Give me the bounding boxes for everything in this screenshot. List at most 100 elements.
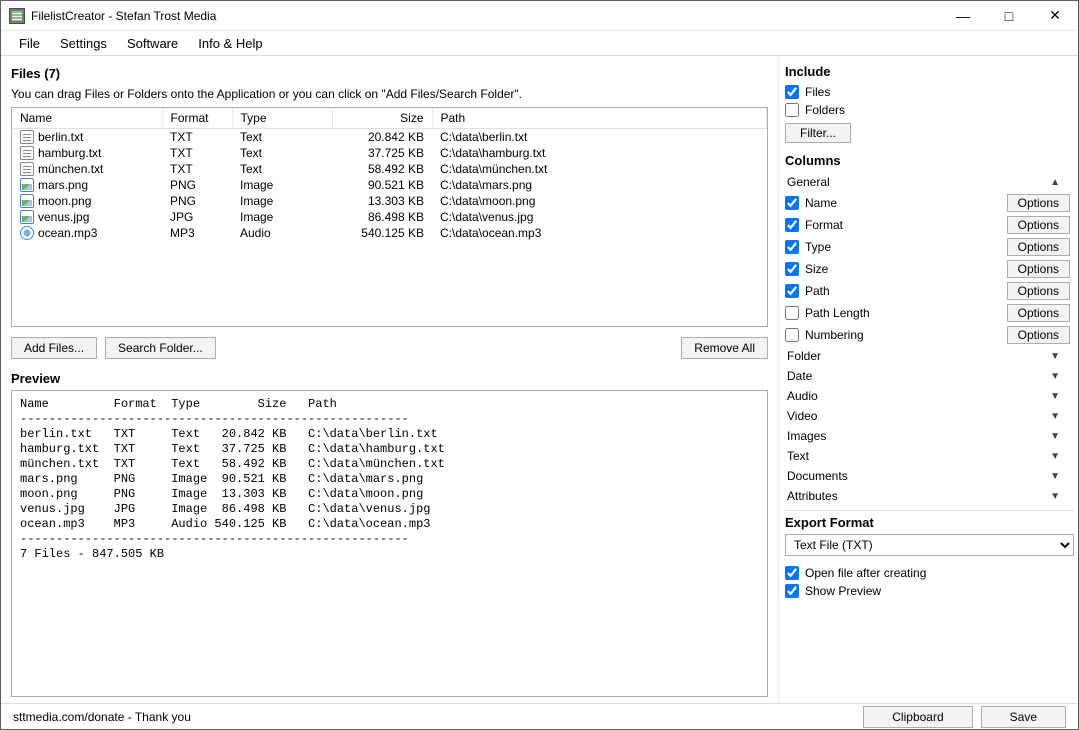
expand-down-icon: ▼ bbox=[1050, 431, 1068, 442]
table-row[interactable]: berlin.txtTXTText20.842 KBC:\data\berlin… bbox=[12, 129, 767, 146]
maximize-button[interactable]: □ bbox=[986, 1, 1032, 30]
columns-title: Columns bbox=[785, 153, 1074, 168]
menu-settings[interactable]: Settings bbox=[50, 34, 117, 53]
column-options-button[interactable]: Options bbox=[1007, 282, 1070, 300]
expand-down-icon: ▼ bbox=[1050, 491, 1068, 502]
column-item-type[interactable]: TypeOptions bbox=[785, 236, 1070, 258]
expand-down-icon: ▼ bbox=[1050, 471, 1068, 482]
app-window: FilelistCreator - Stefan Trost Media — □… bbox=[0, 0, 1079, 730]
close-button[interactable]: ✕ bbox=[1032, 1, 1078, 30]
expand-down-icon: ▼ bbox=[1050, 371, 1068, 382]
column-options-button[interactable]: Options bbox=[1007, 260, 1070, 278]
export-format-select[interactable]: Text File (TXT) bbox=[785, 534, 1074, 556]
column-item-size[interactable]: SizeOptions bbox=[785, 258, 1070, 280]
right-panel: Include Files Folders Filter... Columns … bbox=[778, 56, 1078, 703]
file-txt-icon bbox=[20, 130, 34, 144]
group-date[interactable]: Date▼ bbox=[785, 366, 1070, 386]
column-checkbox[interactable] bbox=[785, 306, 799, 320]
column-options-button[interactable]: Options bbox=[1007, 216, 1070, 234]
column-options-button[interactable]: Options bbox=[1007, 194, 1070, 212]
col-size[interactable]: Size bbox=[332, 108, 432, 129]
column-checkbox[interactable] bbox=[785, 328, 799, 342]
window-title: FilelistCreator - Stefan Trost Media bbox=[31, 9, 940, 23]
include-files-row[interactable]: Files bbox=[785, 83, 1074, 101]
open-after-checkbox[interactable] bbox=[785, 566, 799, 580]
menu-software[interactable]: Software bbox=[117, 34, 188, 53]
filter-button[interactable]: Filter... bbox=[785, 123, 851, 143]
include-title: Include bbox=[785, 64, 1074, 79]
column-options-button[interactable]: Options bbox=[1007, 326, 1070, 344]
preview-box[interactable]: Name Format Type Size Path -------------… bbox=[11, 390, 768, 697]
col-type[interactable]: Type bbox=[232, 108, 332, 129]
menu-file[interactable]: File bbox=[9, 34, 50, 53]
col-name[interactable]: Name bbox=[12, 108, 162, 129]
expand-down-icon: ▼ bbox=[1050, 391, 1068, 402]
column-checkbox[interactable] bbox=[785, 196, 799, 210]
file-img-icon bbox=[20, 178, 34, 192]
column-checkbox[interactable] bbox=[785, 262, 799, 276]
group-folder[interactable]: Folder▼ bbox=[785, 346, 1070, 366]
column-item-name[interactable]: NameOptions bbox=[785, 192, 1070, 214]
table-row[interactable]: hamburg.txtTXTText37.725 KBC:\data\hambu… bbox=[12, 145, 767, 161]
add-files-button[interactable]: Add Files... bbox=[11, 337, 97, 359]
show-preview-label: Show Preview bbox=[805, 584, 881, 598]
export-title: Export Format bbox=[785, 515, 1074, 530]
expand-down-icon: ▼ bbox=[1050, 411, 1068, 422]
column-options-button[interactable]: Options bbox=[1007, 304, 1070, 322]
titlebar: FilelistCreator - Stefan Trost Media — □… bbox=[1, 1, 1078, 31]
save-button[interactable]: Save bbox=[981, 706, 1066, 728]
status-text: sttmedia.com/donate - Thank you bbox=[13, 710, 191, 724]
include-files-checkbox[interactable] bbox=[785, 85, 799, 99]
table-row[interactable]: moon.pngPNGImage13.303 KBC:\data\moon.pn… bbox=[12, 193, 767, 209]
group-general[interactable]: General ▲ bbox=[785, 172, 1070, 192]
column-options-button[interactable]: Options bbox=[1007, 238, 1070, 256]
open-after-label: Open file after creating bbox=[805, 566, 926, 580]
left-panel: Files (7) You can drag Files or Folders … bbox=[1, 56, 778, 703]
menubar: File Settings Software Info & Help bbox=[1, 31, 1078, 55]
remove-all-button[interactable]: Remove All bbox=[681, 337, 768, 359]
group-audio[interactable]: Audio▼ bbox=[785, 386, 1070, 406]
include-files-label: Files bbox=[805, 85, 830, 99]
table-row[interactable]: venus.jpgJPGImage86.498 KBC:\data\venus.… bbox=[12, 209, 767, 225]
column-item-format[interactable]: FormatOptions bbox=[785, 214, 1070, 236]
column-checkbox[interactable] bbox=[785, 284, 799, 298]
statusbar: sttmedia.com/donate - Thank you Clipboar… bbox=[1, 703, 1078, 729]
preview-title: Preview bbox=[11, 371, 768, 386]
column-item-path-length[interactable]: Path LengthOptions bbox=[785, 302, 1070, 324]
col-format[interactable]: Format bbox=[162, 108, 232, 129]
expand-down-icon: ▼ bbox=[1050, 451, 1068, 462]
window-controls: — □ ✕ bbox=[940, 1, 1078, 30]
menu-help[interactable]: Info & Help bbox=[188, 34, 272, 53]
search-folder-button[interactable]: Search Folder... bbox=[105, 337, 216, 359]
col-path[interactable]: Path bbox=[432, 108, 767, 129]
group-attributes[interactable]: Attributes▼ bbox=[785, 486, 1070, 506]
column-item-path[interactable]: PathOptions bbox=[785, 280, 1070, 302]
show-preview-checkbox[interactable] bbox=[785, 584, 799, 598]
column-checkbox[interactable] bbox=[785, 218, 799, 232]
files-title: Files (7) bbox=[11, 66, 768, 81]
show-preview-row[interactable]: Show Preview bbox=[785, 582, 1074, 600]
include-folders-row[interactable]: Folders bbox=[785, 101, 1074, 119]
file-txt-icon bbox=[20, 162, 34, 176]
file-img-icon bbox=[20, 194, 34, 208]
group-documents[interactable]: Documents▼ bbox=[785, 466, 1070, 486]
files-hint: You can drag Files or Folders onto the A… bbox=[11, 87, 768, 101]
group-images[interactable]: Images▼ bbox=[785, 426, 1070, 446]
column-item-numbering[interactable]: NumberingOptions bbox=[785, 324, 1070, 346]
open-after-row[interactable]: Open file after creating bbox=[785, 564, 1074, 582]
table-row[interactable]: münchen.txtTXTText58.492 KBC:\data\münch… bbox=[12, 161, 767, 177]
group-text[interactable]: Text▼ bbox=[785, 446, 1070, 466]
file-txt-icon bbox=[20, 146, 34, 160]
group-video[interactable]: Video▼ bbox=[785, 406, 1070, 426]
minimize-button[interactable]: — bbox=[940, 1, 986, 30]
file-img-icon bbox=[20, 210, 34, 224]
table-row[interactable]: mars.pngPNGImage90.521 KBC:\data\mars.pn… bbox=[12, 177, 767, 193]
include-folders-checkbox[interactable] bbox=[785, 103, 799, 117]
include-folders-label: Folders bbox=[805, 103, 845, 117]
file-aud-icon bbox=[20, 226, 34, 240]
column-checkbox[interactable] bbox=[785, 240, 799, 254]
file-list[interactable]: Name Format Type Size Path berlin.txtTXT… bbox=[11, 107, 768, 327]
clipboard-button[interactable]: Clipboard bbox=[863, 706, 972, 728]
expand-down-icon: ▼ bbox=[1050, 351, 1068, 362]
table-row[interactable]: ocean.mp3MP3Audio540.125 KBC:\data\ocean… bbox=[12, 225, 767, 241]
